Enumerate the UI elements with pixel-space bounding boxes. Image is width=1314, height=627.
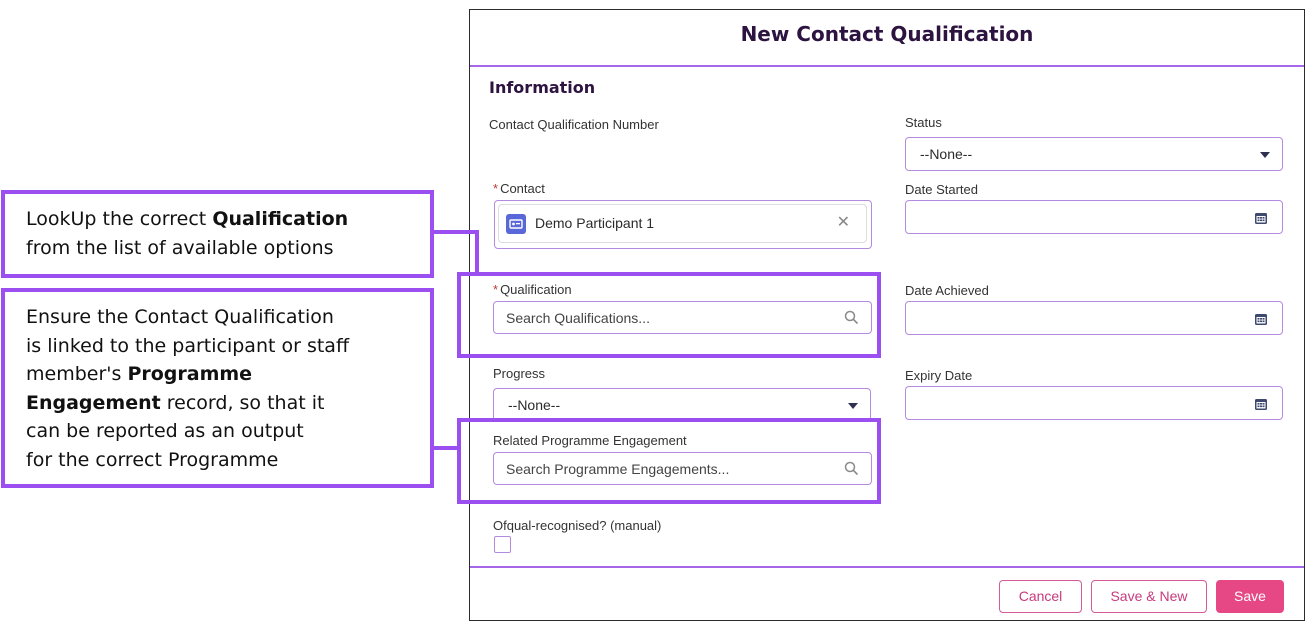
progress-select[interactable]: --None-- — [493, 388, 871, 422]
callout-line: can be reported as an output — [26, 420, 304, 442]
callout-line: from the list of available options — [26, 236, 334, 259]
chevron-down-icon — [848, 403, 858, 409]
chevron-down-icon — [1260, 152, 1270, 158]
engagement-highlight — [457, 418, 881, 504]
qualification-callout: LookUp the correct Qualification from th… — [1, 190, 434, 278]
save-button[interactable]: Save — [1216, 580, 1284, 613]
date-achieved-label: Date Achieved — [905, 283, 989, 298]
callout-line: LookUp the correct Qualification — [26, 208, 349, 230]
contact-value: Demo Participant 1 — [535, 215, 655, 231]
ofqual-label: Ofqual-recognised? (manual) — [493, 518, 662, 533]
progress-label: Progress — [493, 366, 546, 381]
connector-line — [433, 230, 479, 234]
contact-pill[interactable]: Demo Participant 1 ✕ — [498, 204, 867, 243]
save-and-new-button[interactable]: Save & New — [1091, 580, 1207, 613]
calendar-icon[interactable] — [1254, 397, 1268, 416]
connector-line — [433, 446, 459, 450]
callout-line: for the correct Programme — [26, 448, 279, 471]
cancel-button[interactable]: Cancel — [999, 580, 1082, 613]
callout-line: is linked to the participant or staff — [26, 334, 350, 357]
expiry-date-input[interactable] — [905, 386, 1283, 420]
date-started-label: Date Started — [905, 182, 978, 197]
contact-label-text: Contact — [500, 181, 545, 196]
contact-lookup[interactable]: Demo Participant 1 ✕ — [494, 200, 872, 249]
modal-header: New Contact Qualification — [470, 10, 1304, 67]
callout-line: Ensure the Contact Qualification — [26, 306, 334, 328]
status-label: Status — [905, 115, 942, 130]
calendar-icon[interactable] — [1254, 211, 1268, 230]
ofqual-checkbox[interactable] — [494, 536, 511, 553]
callout-line: Engagement record, so that it — [26, 391, 325, 414]
engagement-callout: Ensure the Contact Qualification is link… — [1, 288, 434, 488]
date-started-input[interactable] — [905, 200, 1283, 234]
status-select[interactable]: --None-- — [905, 137, 1283, 171]
cq-number-label: Contact Qualification Number — [489, 117, 659, 132]
contact-card-icon — [506, 214, 526, 234]
expiry-date-label: Expiry Date — [905, 368, 973, 383]
close-icon[interactable]: ✕ — [837, 214, 850, 232]
footer-divider — [470, 566, 1304, 568]
status-value: --None-- — [920, 146, 973, 162]
qualification-highlight — [457, 272, 881, 358]
contact-label: * Contact — [493, 181, 545, 196]
section-title-information: Information — [489, 78, 596, 97]
connector-line — [475, 230, 479, 274]
progress-value: --None-- — [508, 397, 561, 413]
modal-title: New Contact Qualification — [740, 22, 1034, 46]
calendar-icon[interactable] — [1254, 312, 1268, 331]
required-marker: * — [493, 181, 499, 196]
date-achieved-input[interactable] — [905, 301, 1283, 335]
callout-line: member's Programme — [26, 363, 253, 385]
